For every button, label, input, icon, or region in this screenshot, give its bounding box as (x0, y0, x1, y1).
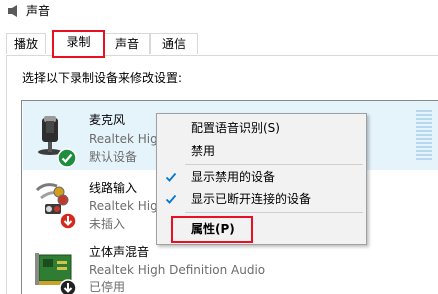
recording-tab-highlight (52, 30, 105, 58)
instruction-text: 选择以下录制设备来修改设置: (22, 71, 183, 85)
checkmark-icon (165, 194, 177, 204)
black-down-arrow-icon (59, 279, 77, 294)
device-status: 未插入 (89, 217, 126, 231)
menu-item-configure-speech-recognition[interactable]: 配置语音识别(S) (191, 121, 280, 135)
menu-item-show-disconnected-devices[interactable]: 显示已断开连接的设备 (191, 192, 311, 206)
green-check-icon (57, 148, 77, 168)
menu-separator (185, 212, 363, 213)
properties-highlight (171, 216, 253, 243)
device-driver: Realtek High Definition Audio (89, 263, 266, 277)
device-status: 默认设备 (89, 150, 138, 164)
device-row-stereo-mix[interactable]: 立体声混音 Realtek High Definition Audio 已停用 (23, 241, 438, 294)
tab-playback[interactable]: 播放 (6, 33, 46, 54)
window-title: 声音 (26, 4, 51, 18)
device-driver: Realtek High (89, 132, 166, 146)
title-bar: 声音 (0, 0, 438, 24)
tab-sounds[interactable]: 声音 (104, 33, 150, 54)
context-menu: 配置语音识别(S) 禁用 显示禁用的设备 显示已断开连接的设备 属性(P) (156, 113, 367, 245)
menu-separator (185, 164, 363, 165)
device-name: 麦克风 (89, 113, 126, 127)
checkmark-icon (165, 172, 177, 182)
menu-item-show-disabled-devices[interactable]: 显示禁用的设备 (191, 170, 275, 184)
device-driver: Realtek High (89, 199, 166, 213)
device-name: 立体声混音 (89, 245, 150, 259)
tab-communications[interactable]: 通信 (150, 33, 198, 54)
menu-item-disable[interactable]: 禁用 (191, 144, 215, 158)
device-status: 已停用 (89, 280, 126, 294)
red-down-arrow-icon (59, 212, 77, 230)
input-level-meter (416, 110, 432, 162)
speaker-icon (8, 5, 17, 17)
device-name: 线路输入 (89, 181, 138, 195)
